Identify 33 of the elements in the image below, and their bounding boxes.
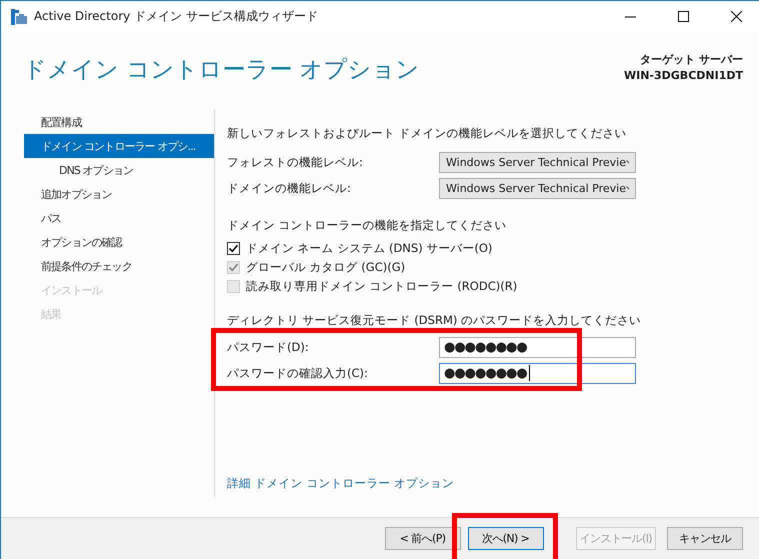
field-label: フォレストの機能レベル:	[227, 154, 364, 170]
nav-item[interactable]: 配置構成	[24, 110, 214, 134]
nav-item[interactable]: DNS オプション	[24, 158, 214, 182]
target-server: WIN-3DGBCDNI1DT	[624, 69, 743, 82]
field-label: パスワード(D):	[227, 340, 310, 354]
nav-item[interactable]: 追加オプション	[24, 182, 214, 206]
level-dropdown[interactable]: Windows Server Technical Previe	[439, 178, 636, 198]
wizard-button[interactable]: 次へ(N) >	[468, 527, 544, 550]
wizard-button[interactable]: キャンセル	[667, 527, 743, 550]
nav-item[interactable]: ドメイン コントローラー オプシ...	[24, 134, 214, 158]
page-title: ドメイン コントローラー オプション	[23, 56, 420, 85]
checkbox-label: グローバル カタログ (GC)(G)	[246, 260, 406, 275]
window-title: Active Directory ドメイン サービス構成ウィザード	[34, 8, 319, 25]
checkbox[interactable]	[227, 242, 240, 255]
nav-item[interactable]: オプションの確認	[24, 230, 214, 254]
checkbox-label: ドメイン ネーム システム (DNS) サーバー(O)	[246, 241, 492, 256]
section-heading: 新しいフォレストおよびルート ドメインの機能レベルを選択してください	[227, 124, 628, 142]
target-label: ターゲット サーバー	[640, 52, 743, 67]
field-label: パスワードの確認入力(C):	[227, 366, 369, 380]
checkbox-label: 読み取り専用ドメイン コントローラー (RODC)(R)	[246, 279, 518, 294]
field-label: ドメインの機能レベル:	[227, 180, 352, 196]
nav-item[interactable]: パス	[24, 206, 214, 230]
level-dropdown[interactable]: Windows Server Technical Previe	[439, 152, 636, 172]
details-link[interactable]: 詳細 ドメイン コントローラー オプション	[227, 476, 759, 491]
section-heading: ドメイン コントローラーの機能を指定してください	[227, 216, 508, 234]
app-icon	[11, 8, 27, 24]
nav-item[interactable]: 前提条件のチェック	[24, 254, 214, 278]
section-heading: ディレクトリ サービス復元モード (DSRM) のパスワードを入力してください	[227, 312, 642, 328]
maximize-icon	[678, 11, 688, 22]
wizard-button[interactable]: < 前へ(P)	[384, 527, 461, 550]
password-field[interactable]: ●●●●●●●●	[439, 362, 636, 384]
close-icon	[730, 11, 742, 22]
password-field[interactable]: ●●●●●●●●	[439, 336, 636, 358]
